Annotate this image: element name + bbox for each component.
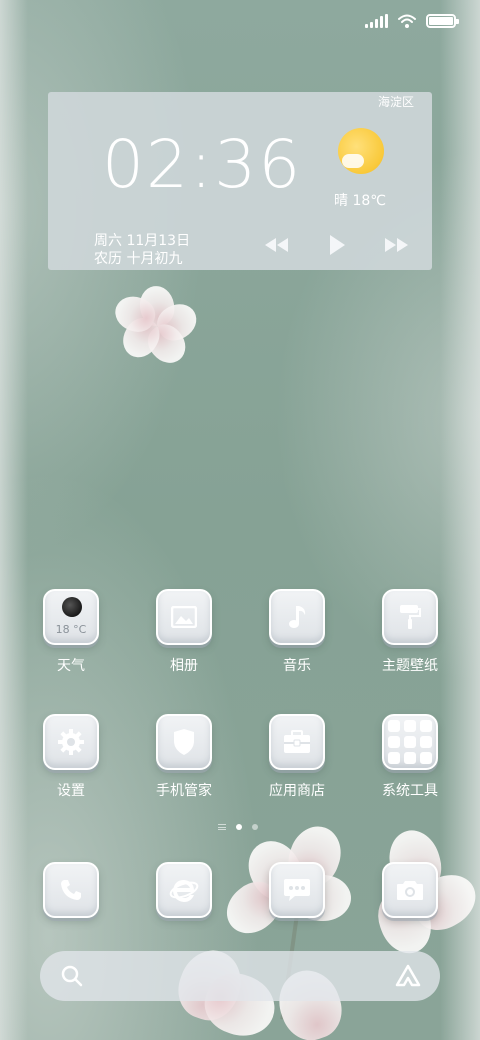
dock-messages[interactable] [247,862,347,918]
app-settings[interactable]: 设置 [21,714,121,800]
app-label: 主题壁纸 [382,658,438,674]
clock-time[interactable]: 02:36 [102,126,302,203]
lunar-date-line: 农历 十月初九 [94,251,183,267]
app-label: 手机管家 [156,783,212,799]
page-dot [252,824,258,830]
app-label: 天气 [57,658,85,674]
battery-icon [426,14,459,28]
date-line: 周六 11月13日 [94,233,191,249]
search-icon[interactable] [60,964,84,988]
app-themes[interactable]: 主题壁纸 [360,589,460,675]
camera-icon[interactable] [382,862,438,918]
assistant-icon[interactable] [394,963,422,989]
status-bar [365,10,459,32]
signal-bars-icon [365,14,388,28]
briefcase-icon[interactable] [269,714,325,770]
app-system-tools[interactable]: 系统工具 [360,714,460,800]
paint-roller-icon[interactable] [382,589,438,645]
page-dot-active [236,824,242,830]
dock-camera[interactable] [360,862,460,918]
search-bar[interactable] [40,951,440,1001]
moon-weather-icon[interactable]: 18 °C [43,589,99,645]
dock-browser[interactable] [134,862,234,918]
app-label: 系统工具 [382,783,438,799]
district-label: 海淀区 [377,95,414,109]
app-music[interactable]: 音乐 [247,589,347,675]
flower-decoration-bottom [169,819,480,1040]
app-weather[interactable]: 18 °C 天气 [21,589,121,675]
folder-grid-icon[interactable] [382,714,438,770]
cloud-icon [342,154,364,168]
app-gallery[interactable]: 相册 [134,589,234,675]
clock-weather-widget[interactable]: 海淀区 02:36 晴 18℃ 周六 11月13日 农历 十月初九 [48,92,432,270]
chat-bubble-icon[interactable] [269,862,325,918]
date-text: 周六 11月13日 农历 十月初九 [94,232,190,268]
gear-icon[interactable] [43,714,99,770]
shield-icon[interactable] [156,714,212,770]
app-label: 音乐 [283,658,311,674]
fast-forward-icon[interactable] [382,234,412,256]
music-controls [262,234,412,256]
app-label: 设置 [57,783,85,799]
app-store[interactable]: 应用商店 [247,714,347,800]
app-label: 应用商店 [269,783,325,799]
rewind-icon[interactable] [262,234,292,256]
page-indicator[interactable] [218,824,258,830]
weather-app-temp: 18 °C [55,623,87,636]
flower-decoration-top [110,283,203,371]
app-label: 相册 [170,658,198,674]
weather-text[interactable]: 晴 18℃ [334,190,386,210]
app-phone-manager[interactable]: 手机管家 [134,714,234,800]
phone-icon[interactable] [43,862,99,918]
page-list-icon [218,824,226,830]
music-note-icon[interactable] [269,589,325,645]
browser-e-icon[interactable] [156,862,212,918]
picture-icon[interactable] [156,589,212,645]
play-icon[interactable] [322,234,352,256]
wifi-icon [398,14,416,28]
dock-phone[interactable] [21,862,121,918]
